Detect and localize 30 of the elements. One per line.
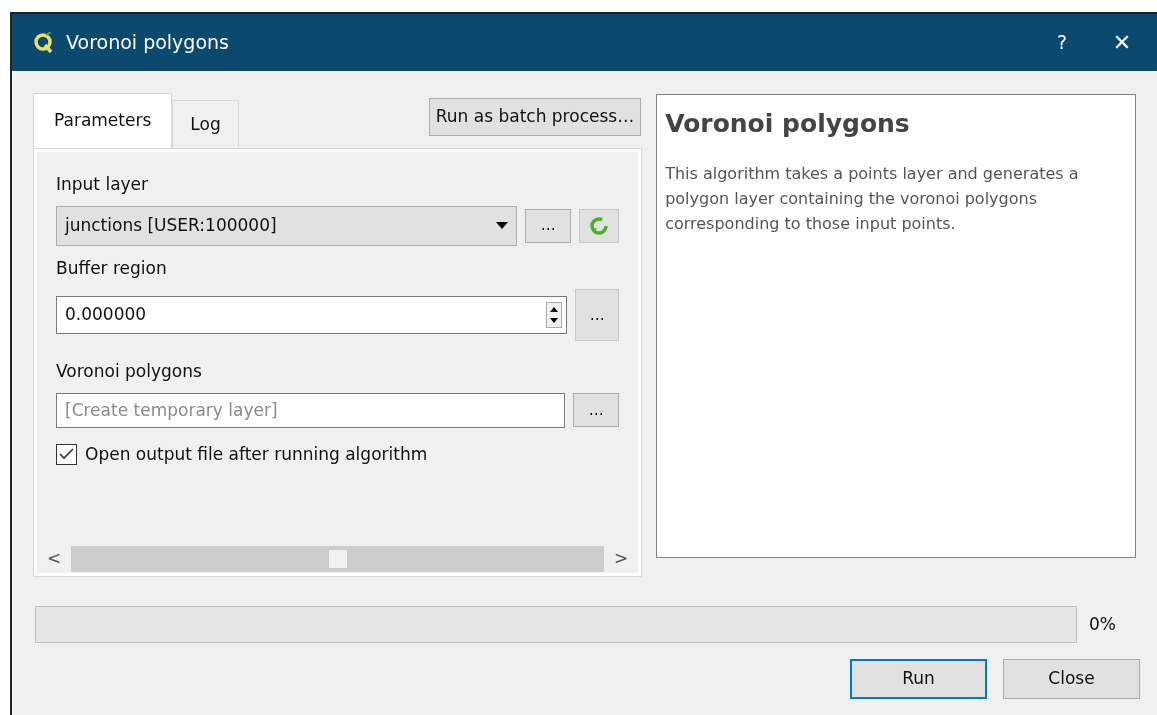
scrollbar-thumb[interactable] bbox=[328, 550, 347, 568]
scroll-left-arrow[interactable]: < bbox=[37, 546, 71, 572]
dialog-button[interactable]: Run bbox=[850, 659, 987, 699]
scroll-right-arrow[interactable]: > bbox=[604, 546, 639, 572]
help-title: Voronoi polygons bbox=[665, 108, 911, 140]
dialog-button[interactable]: Close bbox=[1003, 659, 1140, 699]
spinner-arrows-icon bbox=[546, 302, 563, 328]
caret-icon bbox=[496, 222, 509, 229]
browse-button[interactable]: … bbox=[525, 208, 572, 243]
help-description: This algorithm takes a points layer and generates a polygon layer containing the voronoi polygons corresponding to those input points. bbox=[665, 162, 1080, 235]
horizontal-scrollbar[interactable]: < > bbox=[37, 545, 639, 573]
checkbox[interactable] bbox=[56, 443, 77, 465]
checkbox-label: Open output file after running algorithm bbox=[85, 442, 428, 466]
field-label: Input layer bbox=[56, 173, 150, 196]
refresh-button[interactable] bbox=[579, 208, 620, 243]
layer-dropdown[interactable]: junctions [USER:100000] bbox=[56, 205, 518, 246]
app-logo-icon bbox=[34, 31, 54, 54]
batch-process-button[interactable]: Run as batch process… bbox=[428, 98, 642, 136]
tab[interactable]: Parameters bbox=[33, 93, 173, 148]
close-button[interactable]: ✕ bbox=[1087, 26, 1157, 59]
field-label: Buffer region bbox=[56, 256, 168, 280]
help-button[interactable]: ? bbox=[1037, 28, 1087, 57]
progress-percent: 0% bbox=[1089, 612, 1116, 636]
number-field[interactable]: 0.000000 bbox=[56, 296, 568, 334]
tab[interactable]: Log bbox=[172, 100, 239, 148]
window-title: Voronoi polygons bbox=[66, 30, 229, 56]
field-label: Voronoi polygons bbox=[56, 360, 203, 383]
output-field[interactable]: [Create temporary layer] bbox=[56, 392, 566, 428]
browse-button[interactable]: … bbox=[575, 289, 620, 341]
browse-button[interactable]: … bbox=[573, 393, 620, 427]
